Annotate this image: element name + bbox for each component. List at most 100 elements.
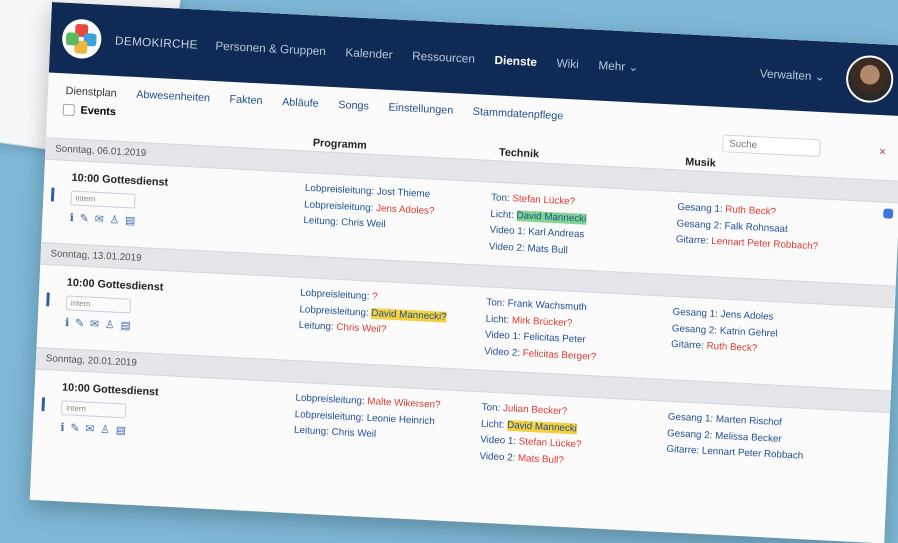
mail-icon[interactable]: ✉ (85, 423, 100, 436)
admin-menu[interactable]: Verwalten ⌄ (760, 67, 825, 84)
role-label: Lobpreisleitung: (303, 199, 374, 214)
role-label: Gitarre: (666, 443, 700, 457)
edit-icon[interactable]: ✎ (80, 213, 95, 226)
role-label: Gitarre: (670, 339, 705, 352)
mail-icon[interactable]: ✉ (94, 214, 109, 227)
event-tag: intern (70, 190, 136, 209)
cell-musik: Gesang 1: Jens Adoles Gesang 2: Katrin Ge… (670, 305, 869, 380)
person-name: Mirk Brücker? (511, 314, 573, 329)
search-input[interactable] (722, 134, 821, 158)
chevron-down-icon: ⌄ (814, 69, 825, 84)
person-name: Marten Rischof (715, 414, 783, 429)
cell-programm: Lobpreisleitung: Malte Wikersen? Lobpreis… (293, 391, 482, 465)
person-name: David Mannecki (516, 209, 587, 225)
person-name: Ruth Beck? (706, 340, 758, 355)
role-label: Ton: (490, 192, 510, 205)
person-icon[interactable]: ♙ (109, 214, 125, 227)
role-label: Lobpreisleitung: (299, 303, 369, 319)
person-name: Melissa Becker (714, 430, 782, 445)
cell-technik: Ton: Julian Becker? Licht: David Mannecki… (479, 400, 668, 474)
copy-icon[interactable]: ▤ (120, 320, 137, 333)
person-name: Stefan Lücke? (518, 436, 582, 451)
role-label: Leitung: (303, 215, 339, 228)
tab-songs[interactable]: Songs (338, 99, 369, 112)
cell-technik: Ton: Stefan Lücke? Licht: David Mannecki V… (489, 190, 678, 264)
role-label: Lobpreisleitung: (304, 182, 375, 198)
role-label: Leitung: (298, 320, 334, 333)
event-cell: 10:00 Gottesdienst intern ℹ✎✉♙▤ (48, 378, 296, 455)
role-label: Licht: (490, 208, 515, 221)
close-icon[interactable]: × (879, 144, 886, 158)
person-name: Malte Wikersen? (367, 396, 441, 411)
nav-dienste[interactable]: Dienste (494, 53, 537, 69)
role-label: Video 2: (479, 450, 516, 464)
person-name: David Mannecki? (371, 307, 447, 323)
service-marker (46, 292, 50, 307)
mail-icon[interactable]: ✉ (90, 318, 105, 331)
person-name: Falk Rohnsaat (724, 220, 788, 235)
person-icon[interactable]: ♙ (105, 319, 121, 332)
nav-mehr[interactable]: Mehr ⌄ (598, 58, 639, 74)
cell-programm: Lobpreisleitung: Jost Thieme Lobpreisleit… (302, 181, 491, 255)
app-window: DEMOKIRCHE Personen & Gruppen Kalender R… (29, 2, 898, 543)
edit-icon[interactable]: ✎ (70, 423, 85, 436)
person-name: Felicitas Berger? (522, 347, 597, 363)
role-label: Gitarre: (675, 234, 709, 247)
events-checkbox[interactable] (62, 103, 75, 117)
cell-musik: Gesang 1: Marten Rischof Gesang 2: Meliss… (665, 410, 864, 485)
main-nav: Personen & Gruppen Kalender Ressourcen D… (215, 39, 639, 74)
copy-icon[interactable]: ▤ (115, 425, 132, 438)
person-name: Mats Bull? (517, 452, 565, 466)
person-name: Chris Weil? (336, 321, 387, 336)
user-avatar[interactable] (845, 54, 895, 104)
person-name: Katrin Gehrel (719, 325, 778, 340)
role-label: Licht: (485, 313, 510, 326)
nav-personen[interactable]: Personen & Gruppen (215, 39, 326, 58)
role-label: Video 1: (484, 329, 521, 343)
edit-icon[interactable]: ✎ (75, 318, 90, 331)
app-logo[interactable] (61, 18, 103, 60)
person-name: Frank Wachsmuth (507, 298, 588, 314)
person-name: Lennart Peter Robbach (701, 445, 804, 462)
cell-technik: Ton: Frank Wachsmuth Licht: Mirk Brücker?… (484, 295, 673, 369)
role-label: Video 2: (483, 345, 521, 359)
person-name: Felicitas Peter (523, 331, 586, 346)
person-name: Lennart Peter Robbach? (711, 236, 819, 253)
role-label: Licht: (480, 418, 505, 431)
person-name: Julian Becker? (502, 403, 568, 418)
tab-fakten[interactable]: Fakten (229, 94, 262, 107)
role-label: Leitung: (293, 424, 330, 438)
role-label: Ton: (481, 402, 501, 414)
person-name: Karl Andreas (527, 226, 585, 241)
role-label: Gesang 1: (672, 306, 719, 320)
role-label: Gesang 2: (666, 427, 713, 441)
person-name: Chris Weil (340, 217, 386, 231)
admin-label: Verwalten (759, 66, 812, 83)
role-label: Lobpreisleitung: (294, 408, 365, 424)
select-checkbox[interactable] (883, 208, 894, 219)
cell-musik: Gesang 1: Ruth Beck? Gesang 2: Falk Rohns… (675, 200, 874, 275)
person-name: Ruth Beck? (725, 204, 777, 218)
role-label: Lobpreisleitung: (299, 287, 370, 303)
event-tag: intern (60, 400, 127, 419)
service-list: Sonntag, 06.01.2019 10:00 Gottesdienst int… (32, 137, 898, 495)
nav-mehr-label: Mehr (598, 58, 626, 74)
person-icon[interactable]: ♙ (100, 424, 116, 437)
person-name: Chris Weil (331, 426, 377, 440)
nav-kalender[interactable]: Kalender (345, 45, 393, 61)
person-name: Jens Adoles (720, 309, 774, 323)
events-label: Events (80, 104, 117, 119)
tab-ablaeufe[interactable]: Abläufe (282, 96, 319, 110)
person-name: Jost Thieme (376, 186, 431, 201)
person-name: ? (371, 291, 378, 303)
person-name: Mats Bull (527, 242, 568, 256)
copy-icon[interactable]: ▤ (125, 215, 142, 228)
role-label: Gesang 2: (676, 218, 723, 232)
event-cell: 10:00 Gottesdienst intern ℹ✎✉♙▤ (57, 168, 305, 245)
person-name: David Mannecki (506, 419, 578, 434)
tab-dienstplan[interactable]: Dienstplan (65, 85, 116, 99)
role-label: Gesang 1: (667, 411, 714, 425)
nav-wiki[interactable]: Wiki (556, 56, 579, 71)
nav-ressourcen[interactable]: Ressourcen (412, 49, 475, 66)
brand-name[interactable]: DEMOKIRCHE (115, 34, 198, 52)
